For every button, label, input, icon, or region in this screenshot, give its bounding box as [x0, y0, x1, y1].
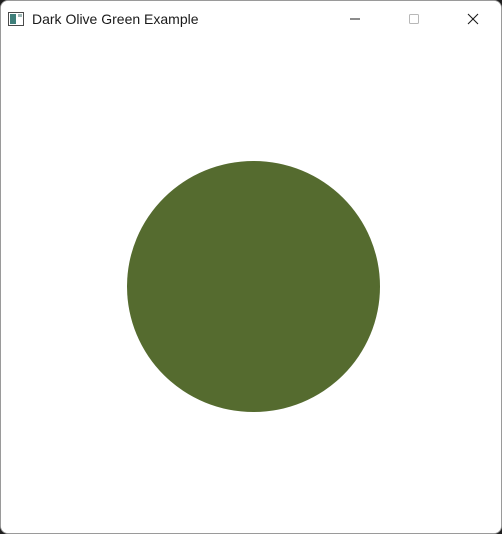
maximize-icon: [408, 13, 420, 25]
drawing-canvas: [1, 38, 501, 533]
app-window-icon: [8, 12, 24, 26]
window-title: Dark Olive Green Example: [32, 11, 199, 27]
close-button[interactable]: [450, 1, 496, 37]
minimize-button[interactable]: [332, 1, 378, 37]
maximize-button[interactable]: [391, 1, 437, 37]
title-bar[interactable]: Dark Olive Green Example: [1, 1, 501, 38]
minimize-icon: [349, 13, 361, 25]
dark-olive-green-circle: [127, 161, 380, 412]
app-window: Dark Olive Green Example: [0, 0, 502, 534]
close-icon: [467, 13, 479, 25]
